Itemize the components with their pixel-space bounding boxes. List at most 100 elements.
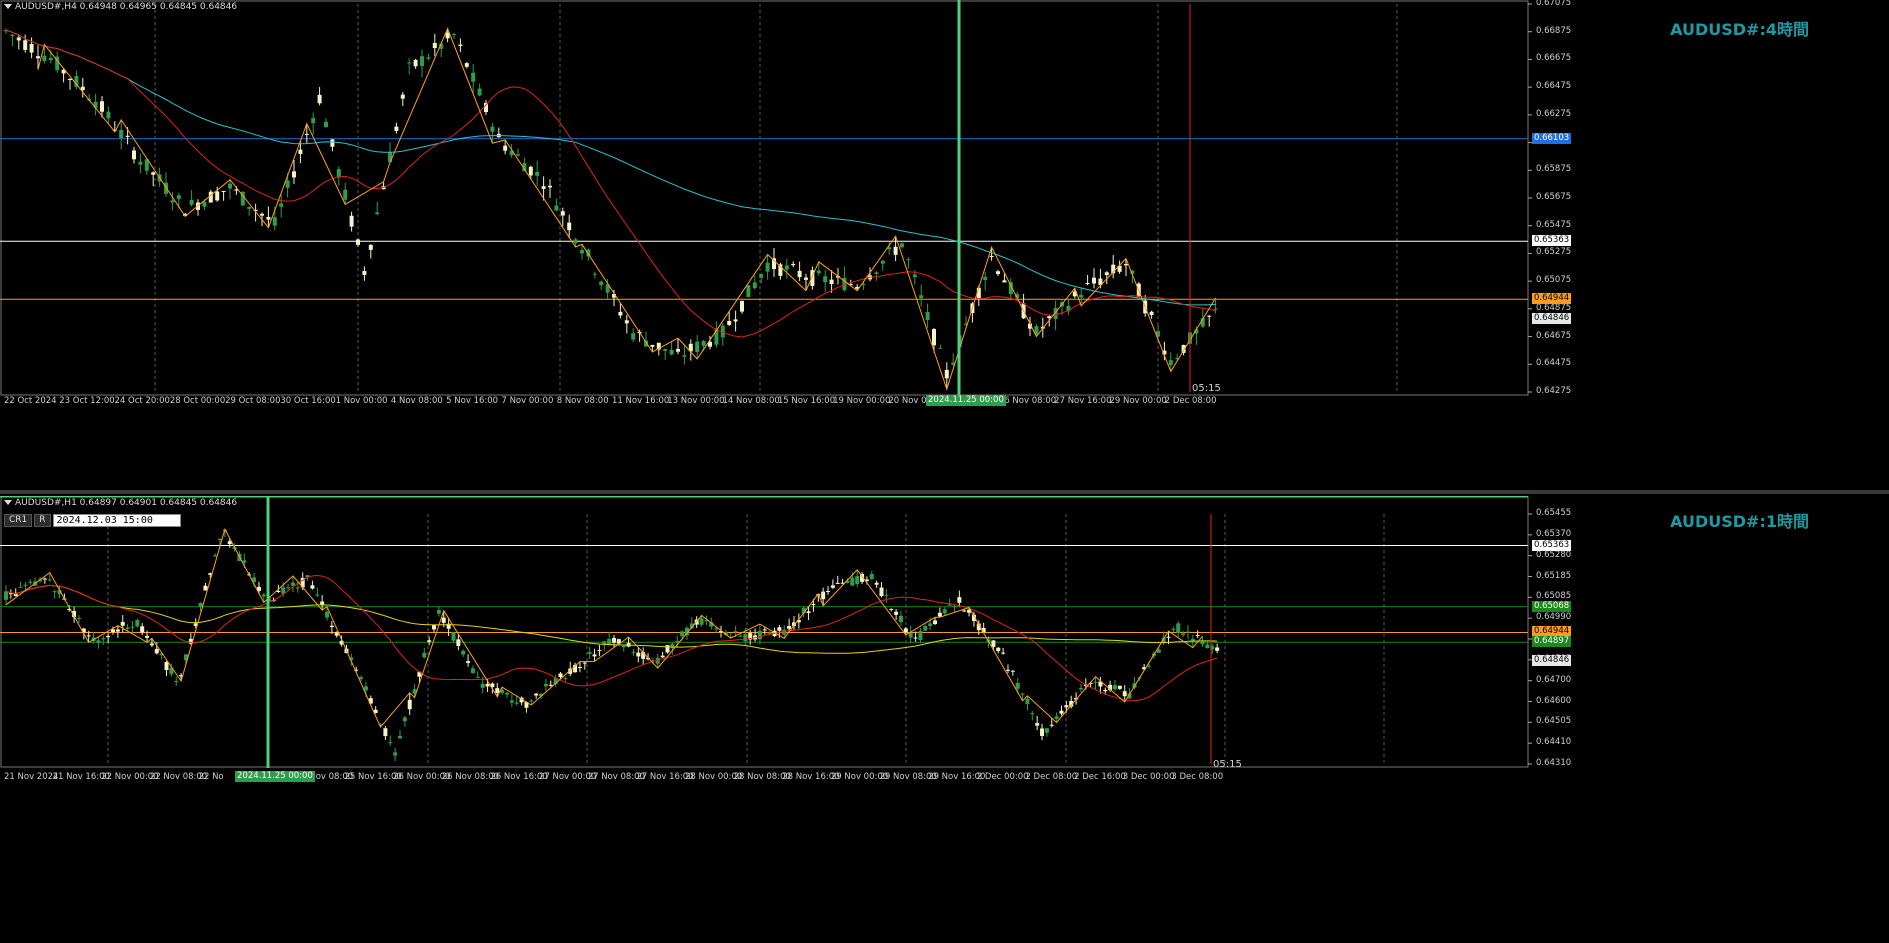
candle-body [388,742,393,744]
candle-body [821,591,826,600]
candle-body [938,347,943,349]
candle-body [879,587,884,597]
candle-body [329,625,334,628]
time-tick-label: 22 No [198,772,224,782]
time-tick-label: 2 Dec 08:00 [1025,772,1078,782]
candle-body [516,154,520,156]
candle-body [80,86,85,91]
candle-body [1181,633,1186,635]
h1-drawing-toolbar: CR1 R 2024.12.03 15:00 [4,514,181,527]
candle-body [325,611,330,618]
candle-body [1064,705,1069,708]
candle-body [699,618,704,625]
candle-body [451,632,456,641]
h4-symbol-info: AUDUSD#,H4 0.64948 0.64965 0.64845 0.648… [4,2,237,12]
collapse-triangle-icon[interactable] [4,4,12,9]
candle-body [1207,315,1212,317]
candle-body [317,94,322,104]
collapse-triangle-icon[interactable] [4,500,12,505]
price-tick-label: 0.65185 [1536,570,1572,581]
candle-body [23,40,28,50]
candle-body [170,200,175,203]
highlighted-time-label: 2024.11.25 00:00 [235,771,315,782]
candle-body [514,702,519,704]
candle-body [727,320,732,325]
candle-body [962,610,967,612]
candle-body [203,585,208,591]
candle-body [1112,685,1117,690]
price-tick-label: 0.65875 [1536,164,1572,175]
candle-body [918,631,923,640]
candle-body [151,172,156,175]
candle-body [567,222,572,231]
candle-body [1117,685,1122,689]
h1-watermark: AUDUSD#:1時間 [1670,512,1809,531]
candle-body [1040,728,1045,737]
candle-body [298,149,303,154]
candle-body [228,183,232,189]
h4-chart-pane[interactable]: AUDUSD#,H4 0.64948 0.64965 0.64845 0.648… [0,0,1889,410]
time-tick-label: 2 Dec 00:00 [976,772,1029,782]
candle-body [18,586,23,588]
candle-body [164,662,169,670]
r-button[interactable]: R [34,514,51,527]
candle-body [1085,283,1090,285]
price-level-tag: 0.64897 [1532,636,1572,648]
candle-body [928,623,933,626]
candle-body [784,265,789,270]
candle-body [272,217,277,226]
candle-body [937,612,942,617]
candle-body [266,216,271,220]
candle-body [597,650,602,652]
candle-body [1002,280,1007,283]
h1-chart-pane[interactable]: AUDUSD#,H1 0.64897 0.64901 0.64845 0.648… [0,496,1889,943]
candle-body [996,647,1001,652]
candle-body [132,150,136,160]
candle-body [28,581,33,583]
cr1-button[interactable]: CR1 [4,514,33,527]
pane-separator[interactable] [0,490,1889,494]
candle-body [420,56,424,67]
price-tick-label: 0.65455 [1536,508,1572,518]
candle-body [1059,710,1064,714]
h4-chart-canvas[interactable] [0,0,1889,410]
candle-body [669,349,674,355]
time-tick-label: 15 Nov 16:00 [777,396,836,406]
price-tick-label: 0.64410 [1536,737,1572,748]
candle-body [176,195,181,199]
candle-body [383,728,388,737]
candle-body [884,594,889,596]
candle-body [618,311,623,316]
time-tick-label: 14 Nov 08:00 [722,396,780,406]
h1-chart-canvas[interactable] [0,496,1889,943]
candle-body [471,72,476,82]
time-tick-label: 5 Nov 16:00 [446,396,499,406]
candle-body [952,606,957,608]
candle-body [534,693,539,696]
bar-countdown-label: 05:15 [1213,759,1242,770]
candle-body [343,189,348,200]
candle-body [125,135,130,137]
candle-body [407,699,412,710]
date-input-field[interactable]: 2024.12.03 15:00 [52,514,181,527]
price-tick-label: 0.65275 [1536,247,1572,258]
time-tick-label: 26 Nov 08:00 [998,396,1057,406]
candle-body [1190,638,1195,641]
candle-body [740,300,744,312]
candle-body [1020,693,1025,695]
candle-body [1166,636,1171,638]
time-tick-label: 7 Nov 00:00 [501,396,554,406]
candle-body [991,640,996,647]
candle-body [509,700,514,703]
candle-body [362,271,367,275]
candle-body [1103,689,1108,692]
candle-body [787,625,792,629]
time-tick-label: 4 Nov 08:00 [390,396,443,406]
candle-body [925,312,930,320]
price-tick-label: 0.65075 [1536,275,1572,286]
candle-body [602,641,607,645]
candle-body [36,56,40,59]
candle-body [942,609,947,614]
candle-body [1030,713,1035,715]
time-tick-label: 2 Dec 16:00 [1074,772,1126,782]
